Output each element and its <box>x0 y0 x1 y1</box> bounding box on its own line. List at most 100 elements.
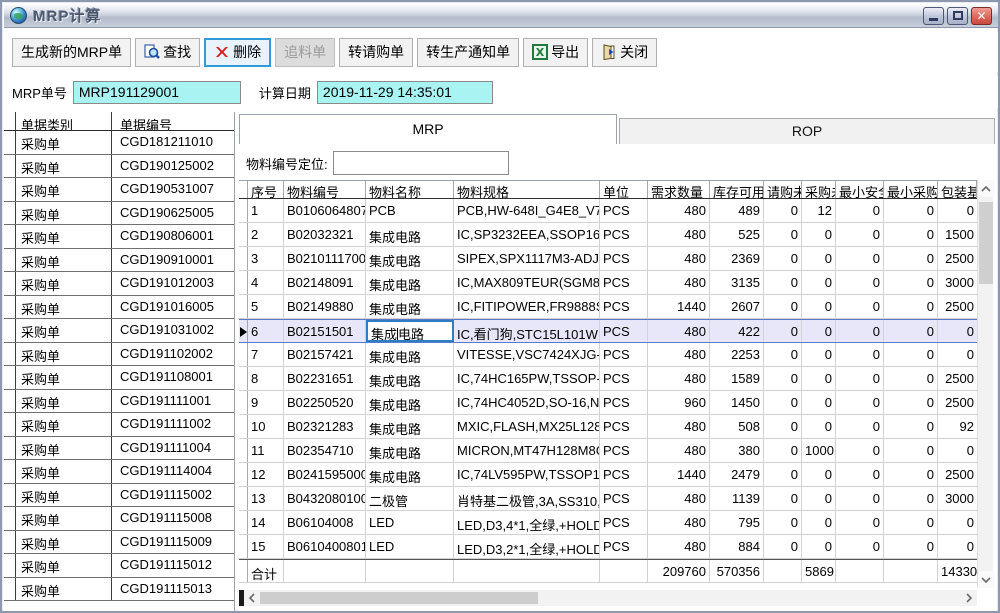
list-item[interactable]: 采购单CGD191031002 <box>4 319 234 343</box>
table-row[interactable]: 8B02231651集成电路IC,74HC165PW,TSSOP-16PCS48… <box>239 367 977 391</box>
table-cell[interactable]: 0 <box>836 511 884 534</box>
doc-type-cell[interactable]: 采购单 <box>16 131 112 154</box>
table-row[interactable]: 12B0241595000集成电路IC,74LV595PW,TSSOP16/7P… <box>239 463 977 487</box>
doc-code-cell[interactable]: CGD191115008 <box>112 507 234 530</box>
scroll-right-button[interactable] <box>961 590 977 606</box>
table-cell[interactable]: 0 <box>884 367 938 390</box>
table-cell[interactable]: 0 <box>884 439 938 462</box>
doc-code-cell[interactable]: CGD190910001 <box>112 249 234 272</box>
table-row[interactable]: 11B02354710集成电路MICRON,MT47H128M8CF-PCS48… <box>239 439 977 463</box>
table-cell[interactable]: 0 <box>836 320 884 342</box>
table-cell[interactable]: 0 <box>802 367 836 390</box>
table-cell[interactable]: 集成电路 <box>366 343 454 366</box>
doc-type-cell[interactable]: 采购单 <box>16 531 112 554</box>
new-mrp-button[interactable]: 生成新的MRP单 <box>12 38 131 67</box>
table-cell[interactable]: PCS <box>600 511 648 534</box>
row-header-cell[interactable] <box>239 511 248 534</box>
table-cell[interactable]: 0 <box>836 439 884 462</box>
row-header-cell[interactable] <box>4 131 16 154</box>
table-row[interactable]: 7B02157421集成电路VITESSE,VSC7424XJG-02,PCS4… <box>239 343 977 367</box>
table-cell[interactable]: 0 <box>884 391 938 414</box>
table-cell[interactable]: B02157421 <box>284 343 366 366</box>
table-cell[interactable]: 0 <box>836 463 884 486</box>
table-cell[interactable]: 0 <box>836 343 884 366</box>
row-header-cell[interactable] <box>239 415 248 438</box>
table-cell[interactable]: PCS <box>600 199 648 222</box>
table-cell[interactable]: PCS <box>600 439 648 462</box>
table-cell[interactable]: SIPEX,SPX1117M3-ADJ,80 <box>454 247 600 270</box>
table-row[interactable]: 1B0106064807PCBPCB,HW-648I_G4E8_V7_2PCS4… <box>239 199 977 223</box>
table-cell[interactable]: 0 <box>884 247 938 270</box>
row-header-cell[interactable] <box>4 319 16 342</box>
table-cell[interactable] <box>366 560 454 582</box>
table-cell[interactable]: B0432080100 <box>284 487 366 510</box>
table-cell[interactable]: 0 <box>764 247 802 270</box>
row-header-cell[interactable] <box>4 554 16 577</box>
doc-code-cell[interactable]: CGD181211010 <box>112 131 234 154</box>
table-cell[interactable]: 1 <box>248 199 284 222</box>
row-header-cell[interactable] <box>4 507 16 530</box>
maximize-button[interactable] <box>947 7 968 25</box>
table-cell[interactable]: 480 <box>648 320 710 342</box>
table-cell[interactable]: 2500 <box>938 391 977 414</box>
calc-date-field[interactable]: 2019-11-29 14:35:01 <box>317 81 493 104</box>
table-cell[interactable]: 0 <box>802 511 836 534</box>
doc-code-cell[interactable]: CGD191031002 <box>112 319 234 342</box>
table-cell[interactable]: 0 <box>938 511 977 534</box>
to-purchase-request-button[interactable]: 转请购单 <box>339 38 413 67</box>
table-cell[interactable]: 3000 <box>938 487 977 510</box>
table-cell[interactable]: B0106064807 <box>284 199 366 222</box>
table-cell[interactable]: 480 <box>648 223 710 246</box>
list-item[interactable]: 采购单CGD191111004 <box>4 437 234 461</box>
table-cell[interactable]: 525 <box>710 223 764 246</box>
delete-button[interactable]: 删除 <box>204 38 271 67</box>
table-cell[interactable]: 0 <box>802 343 836 366</box>
table-cell[interactable]: 0 <box>764 295 802 318</box>
list-item[interactable]: 采购单CGD191115009 <box>4 531 234 555</box>
row-header-cell[interactable] <box>239 199 248 222</box>
table-cell[interactable]: 1440 <box>648 463 710 486</box>
table-cell[interactable]: IC,74HC165PW,TSSOP-16 <box>454 367 600 390</box>
row-header-cell[interactable] <box>4 225 16 248</box>
table-cell[interactable]: MXIC,FLASH,MX25L12835F <box>454 415 600 438</box>
table-cell[interactable]: 0 <box>884 199 938 222</box>
table-cell[interactable]: 5869 <box>802 560 836 582</box>
table-cell[interactable]: 2 <box>248 223 284 246</box>
table-cell[interactable]: 480 <box>648 199 710 222</box>
table-cell[interactable]: IC,看门狗,STC15L101W <box>454 320 600 342</box>
table-cell[interactable]: 0 <box>836 295 884 318</box>
table-cell[interactable]: 0 <box>764 367 802 390</box>
table-cell[interactable]: 0 <box>884 223 938 246</box>
table-cell[interactable]: PCS <box>600 487 648 510</box>
table-cell[interactable]: B02231651 <box>284 367 366 390</box>
table-cell[interactable]: PCS <box>600 295 648 318</box>
table-cell[interactable]: IC,SP3232EEA,SSOP16,3.0 <box>454 223 600 246</box>
doc-type-cell[interactable]: 采购单 <box>16 484 112 507</box>
total-row[interactable]: 合计209760570356586914330 <box>239 559 977 583</box>
list-item[interactable]: 采购单CGD191114004 <box>4 460 234 484</box>
export-button[interactable]: X 导出 <box>523 38 588 67</box>
table-cell[interactable]: PCS <box>600 415 648 438</box>
column-header[interactable]: 序号 <box>248 181 284 198</box>
doc-type-cell[interactable]: 采购单 <box>16 272 112 295</box>
table-cell[interactable]: 5 <box>248 295 284 318</box>
list-item[interactable]: 采购单CGD191115008 <box>4 507 234 531</box>
doc-type-cell[interactable]: 采购单 <box>16 225 112 248</box>
table-cell[interactable]: B0241595000 <box>284 463 366 486</box>
doc-code-cell[interactable]: CGD191114004 <box>112 460 234 483</box>
table-cell[interactable]: 合计 <box>248 560 284 582</box>
row-header-cell[interactable] <box>239 391 248 414</box>
list-item[interactable]: 采购单CGD191111002 <box>4 413 234 437</box>
table-cell[interactable]: 1450 <box>710 391 764 414</box>
row-header-cell[interactable] <box>4 296 16 319</box>
table-cell[interactable]: 0 <box>802 223 836 246</box>
doc-type-cell[interactable]: 采购单 <box>16 460 112 483</box>
column-header[interactable]: 包装基数 <box>938 181 977 198</box>
table-cell[interactable]: 480 <box>648 415 710 438</box>
scroll-up-button[interactable] <box>978 180 994 197</box>
table-cell[interactable]: 集成电路 <box>366 271 454 294</box>
close-window-button[interactable]: ✕ <box>971 7 992 25</box>
table-cell[interactable]: 14 <box>248 511 284 534</box>
table-cell[interactable]: 0 <box>938 343 977 366</box>
table-cell[interactable]: 4 <box>248 271 284 294</box>
